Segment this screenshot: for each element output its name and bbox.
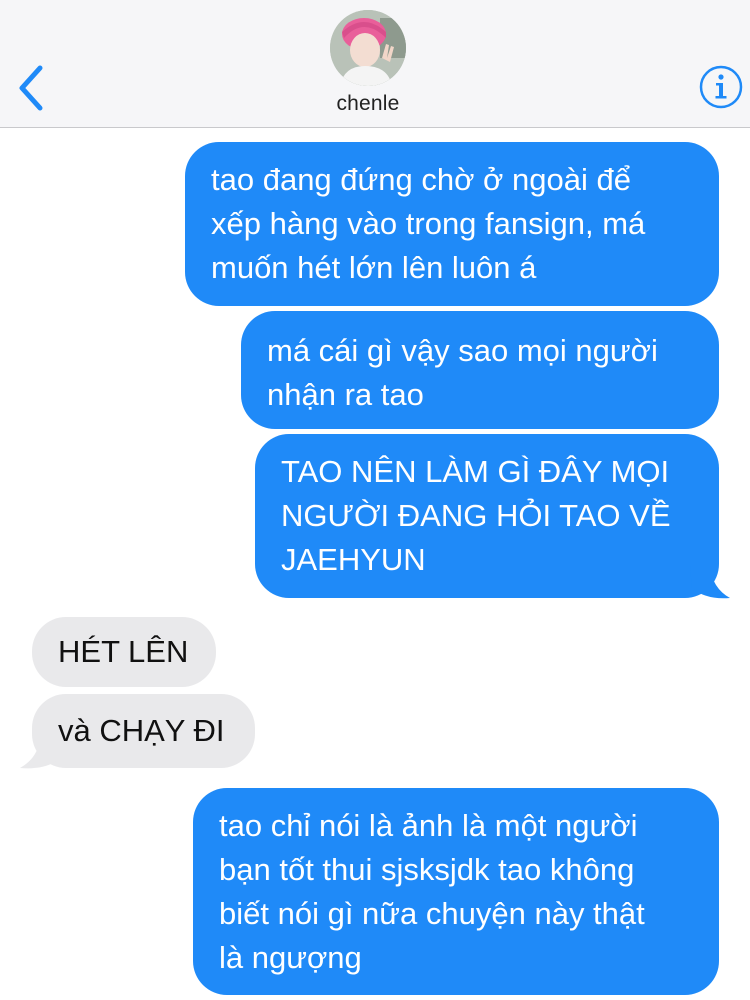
message-bubble-incoming[interactable]: HÉT LÊN xyxy=(32,617,216,687)
message-bubble-outgoing[interactable]: tao chỉ nói là ảnh là một người bạn tốt … xyxy=(193,788,719,995)
message-bubble-outgoing[interactable]: TAO NÊN LÀM GÌ ĐÂY MỌI NGƯỜI ĐANG HỎI TA… xyxy=(255,434,719,598)
info-circle-icon[interactable] xyxy=(698,64,744,110)
message-bubble-outgoing[interactable]: má cái gì vậy sao mọi người nhận ra tao xyxy=(241,311,719,429)
conversation-header: chenle xyxy=(0,0,750,128)
avatar[interactable] xyxy=(330,10,406,86)
message-bubble-incoming[interactable]: và CHẠY ĐI xyxy=(32,694,255,768)
message-bubble-outgoing[interactable]: tao đang đứng chờ ở ngoài để xếp hàng và… xyxy=(185,142,719,306)
bubble-tail-incoming xyxy=(20,738,60,769)
contact-name[interactable]: chenle xyxy=(0,92,736,116)
bubble-tail-outgoing xyxy=(690,566,730,599)
